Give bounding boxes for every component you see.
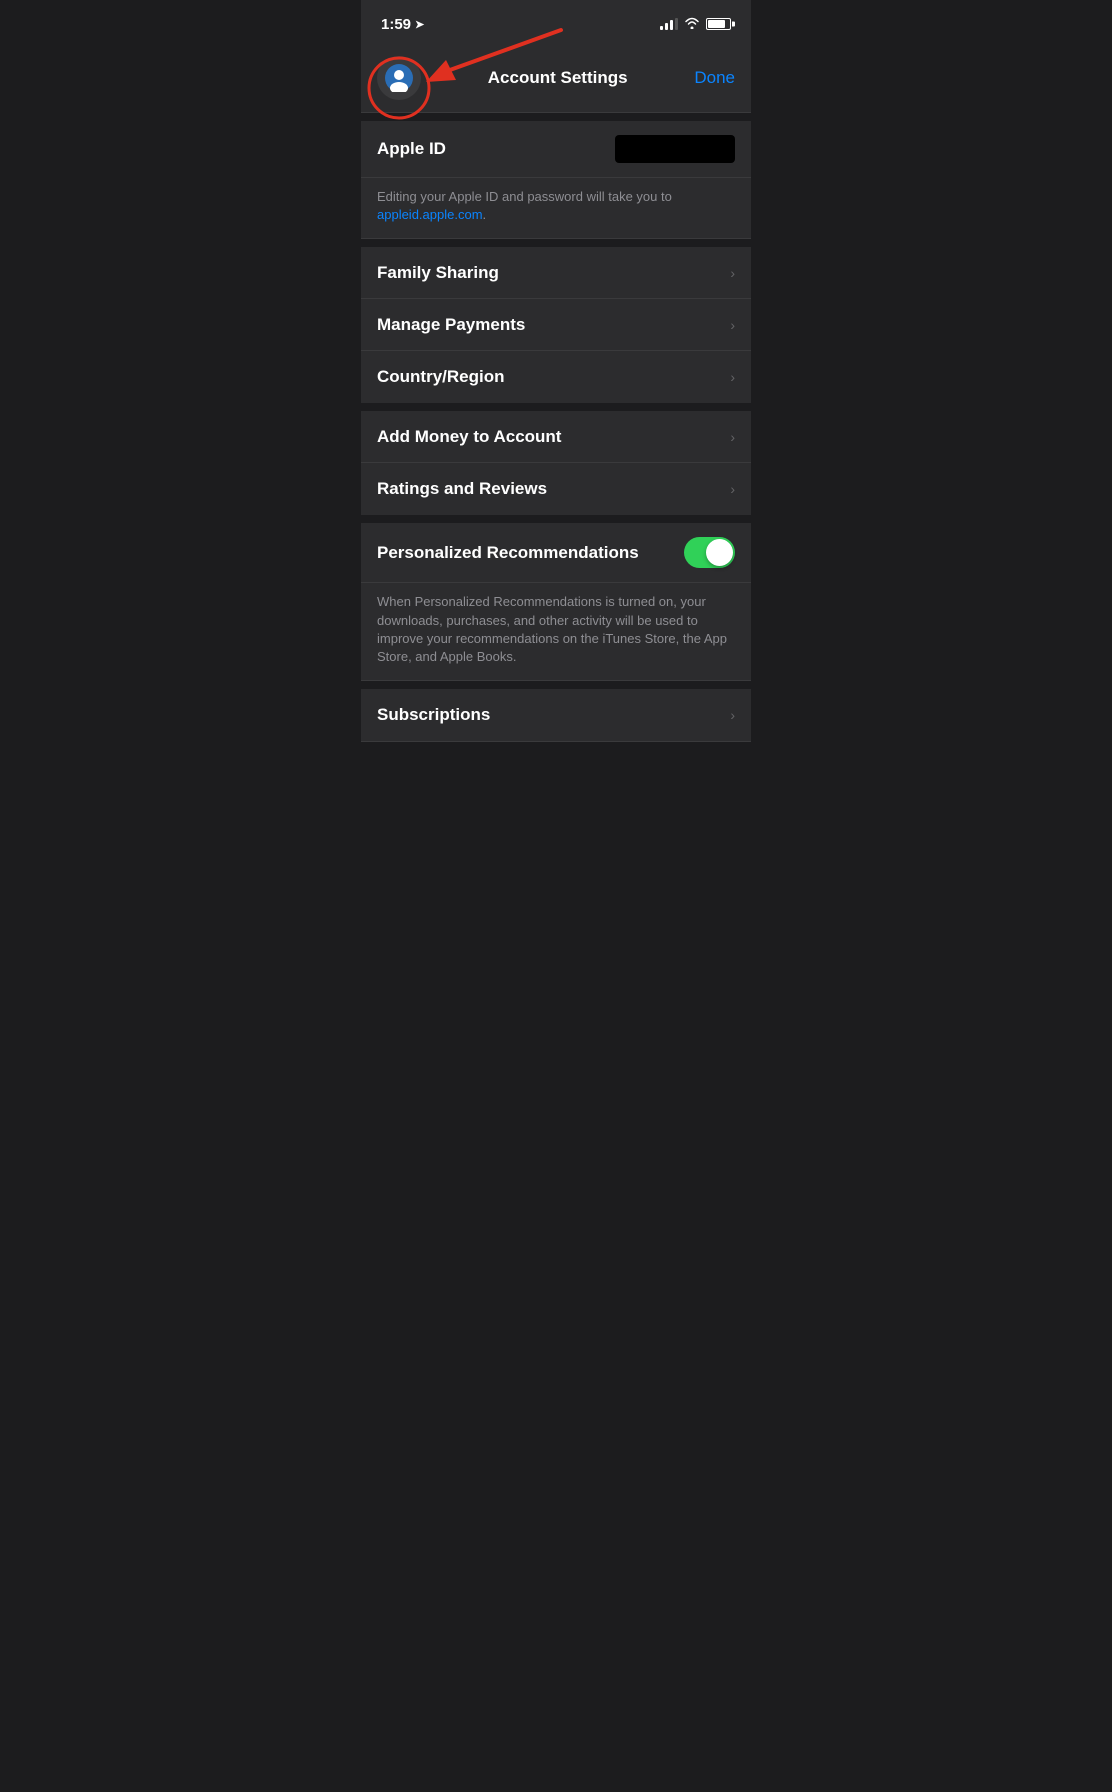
chevron-icon: › bbox=[730, 369, 735, 385]
chevron-icon: › bbox=[730, 265, 735, 281]
ratings-reviews-label: Ratings and Reviews bbox=[377, 479, 547, 499]
bottom-separator bbox=[361, 741, 751, 742]
status-icons bbox=[660, 17, 731, 32]
wifi-icon bbox=[684, 17, 700, 32]
section-divider-1 bbox=[361, 239, 751, 247]
personalized-rec-description: When Personalized Recommendations is tur… bbox=[361, 583, 751, 681]
apple-id-link[interactable]: appleid.apple.com bbox=[377, 207, 483, 222]
section-divider-3 bbox=[361, 515, 751, 523]
chevron-icon: › bbox=[730, 317, 735, 333]
description-text: Editing your Apple ID and password will … bbox=[377, 188, 735, 224]
apple-id-value: jo bbox=[615, 135, 735, 163]
section-divider-4 bbox=[361, 681, 751, 689]
signal-icon bbox=[660, 18, 678, 30]
manage-payments-row[interactable]: Manage Payments › bbox=[361, 299, 751, 351]
nav-title: Account Settings bbox=[421, 68, 694, 88]
add-money-row[interactable]: Add Money to Account › bbox=[361, 411, 751, 463]
subscriptions-row[interactable]: Subscriptions › bbox=[361, 689, 751, 741]
subscriptions-label: Subscriptions bbox=[377, 705, 490, 725]
section-2: Add Money to Account › Ratings and Revie… bbox=[361, 411, 751, 515]
location-icon: ➤ bbox=[415, 18, 424, 31]
apple-id-row[interactable]: Apple ID jo bbox=[361, 121, 751, 178]
section-4: Subscriptions › bbox=[361, 689, 751, 741]
chevron-icon: › bbox=[730, 707, 735, 723]
section-3: Personalized Recommendations When Person… bbox=[361, 523, 751, 681]
status-time: 1:59 ➤ bbox=[381, 16, 424, 33]
personalized-rec-row[interactable]: Personalized Recommendations bbox=[361, 523, 751, 583]
status-bar: 1:59 ➤ bbox=[361, 0, 751, 44]
ratings-reviews-row[interactable]: Ratings and Reviews › bbox=[361, 463, 751, 515]
country-region-row[interactable]: Country/Region › bbox=[361, 351, 751, 403]
done-button[interactable]: Done bbox=[694, 68, 735, 88]
personalized-rec-toggle[interactable] bbox=[684, 537, 735, 568]
battery-icon bbox=[706, 18, 731, 30]
chevron-icon: › bbox=[730, 429, 735, 445]
chevron-icon: › bbox=[730, 481, 735, 497]
manage-payments-label: Manage Payments bbox=[377, 315, 525, 335]
avatar[interactable] bbox=[377, 56, 421, 100]
country-region-label: Country/Region bbox=[377, 367, 505, 387]
family-sharing-row[interactable]: Family Sharing › bbox=[361, 247, 751, 299]
section-divider-top bbox=[361, 113, 751, 121]
phone-container: 1:59 ➤ bbox=[361, 0, 751, 844]
recommendations-desc-text: When Personalized Recommendations is tur… bbox=[377, 593, 735, 666]
section-1: Family Sharing › Manage Payments › Count… bbox=[361, 247, 751, 403]
family-sharing-label: Family Sharing bbox=[377, 263, 499, 283]
apple-id-label: Apple ID bbox=[377, 139, 446, 159]
add-money-label: Add Money to Account bbox=[377, 427, 561, 447]
apple-id-section: Apple ID jo Editing your Apple ID and pa… bbox=[361, 121, 751, 239]
apple-id-description: Editing your Apple ID and password will … bbox=[361, 178, 751, 239]
section-divider-2 bbox=[361, 403, 751, 411]
time-display: 1:59 bbox=[381, 16, 411, 33]
nav-bar: Account Settings Done bbox=[361, 44, 751, 112]
personalized-rec-label: Personalized Recommendations bbox=[377, 543, 639, 563]
